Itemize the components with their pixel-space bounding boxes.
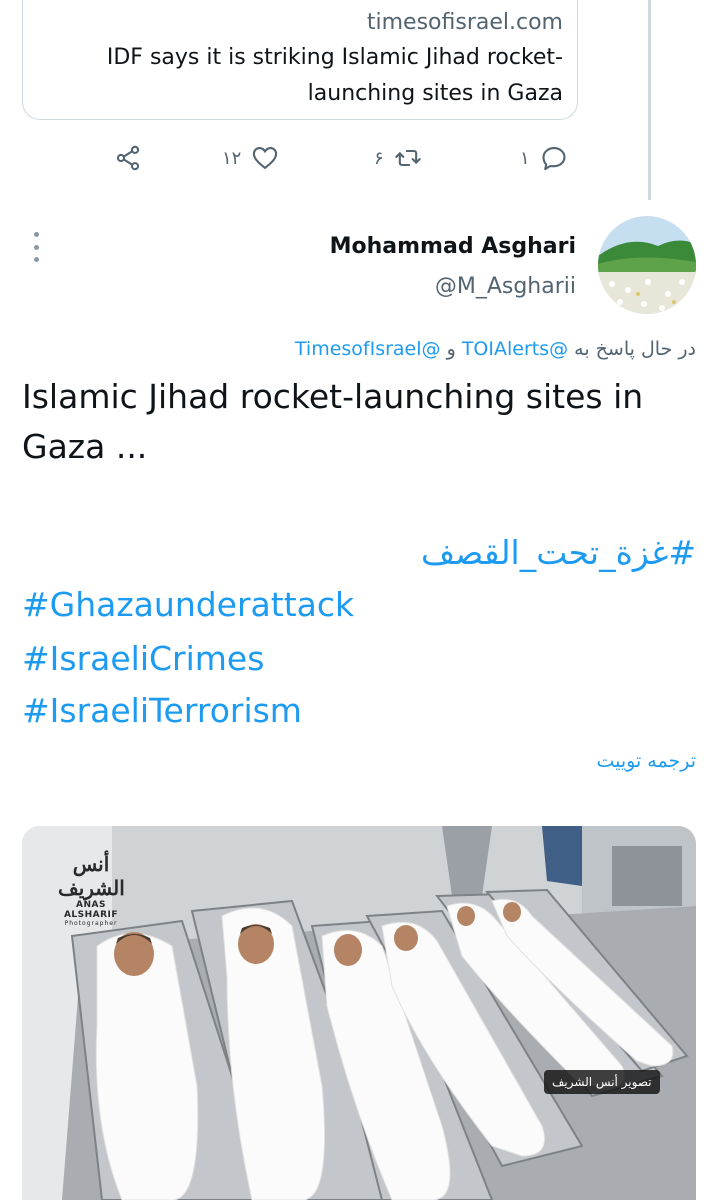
like-count: ۱۲: [222, 147, 242, 169]
watermark-logo: أنس الشريف: [58, 852, 125, 900]
hashtag-israelicrimes[interactable]: #IsraeliCrimes: [22, 634, 264, 684]
replying-conjunction: و: [446, 338, 456, 360]
share-button[interactable]: [114, 140, 142, 176]
mention-timesofisrael[interactable]: @TimesofIsrael: [295, 338, 441, 360]
hashtag-ghazaunderattack[interactable]: #Ghazaunderattack: [22, 580, 354, 630]
retweet-button[interactable]: ۶: [374, 140, 422, 176]
author-display-name[interactable]: Mohammad Asghari: [330, 234, 576, 259]
more-options-button[interactable]: [28, 232, 44, 262]
watermark-subtitle: Photographer: [64, 920, 118, 927]
card-domain: timesofisrael.com: [366, 10, 563, 35]
like-button[interactable]: ۱۲: [222, 140, 279, 176]
reply-icon: [542, 147, 566, 171]
tweet-text: Islamic Jihad rocket-launching sites in …: [22, 377, 644, 466]
quoted-link-card[interactable]: timesofisrael.com IDF says it is strikin…: [22, 0, 578, 120]
avatar-landscape-image: [598, 216, 696, 314]
retweet-count: ۶: [374, 147, 384, 169]
more-dot-icon: [33, 244, 39, 250]
translate-tweet-link[interactable]: ترجمه توییت: [596, 750, 696, 772]
tweet-action-bar: ۱۲ ۶ ۱: [0, 140, 718, 176]
more-dot-icon: [33, 232, 39, 237]
replying-to-line: در حال پاسخ به @TOIAlerts و @TimesofIsra…: [295, 338, 696, 360]
photographer-watermark: أنس الشريف ANAS ALSHARIF Photographer: [58, 852, 125, 927]
card-title: IDF says it is striking Islamic Jihad ro…: [106, 45, 563, 106]
hashtag-israeliterrorism[interactable]: #IsraeliTerrorism: [22, 686, 302, 736]
photo-caption-label: تصوير أنس الشريف: [544, 1070, 660, 1094]
reply-count: ۱: [520, 147, 530, 169]
mention-toialerts[interactable]: @TOIAlerts: [462, 338, 568, 360]
watermark-name: ANAS ALSHARIF: [63, 900, 119, 920]
reply-button[interactable]: ۱: [520, 140, 568, 176]
share-icon: [116, 145, 140, 171]
hashtag-gaza-under-bombing[interactable]: #غزة_تحت_القصف: [421, 528, 696, 578]
author-handle[interactable]: @M_Asgharii: [435, 274, 576, 299]
replying-prefix: در حال پاسخ به: [574, 338, 696, 360]
avatar[interactable]: [598, 216, 696, 314]
heart-icon: [253, 147, 278, 170]
retweet-icon: [394, 149, 421, 167]
more-dot-icon: [33, 257, 39, 262]
